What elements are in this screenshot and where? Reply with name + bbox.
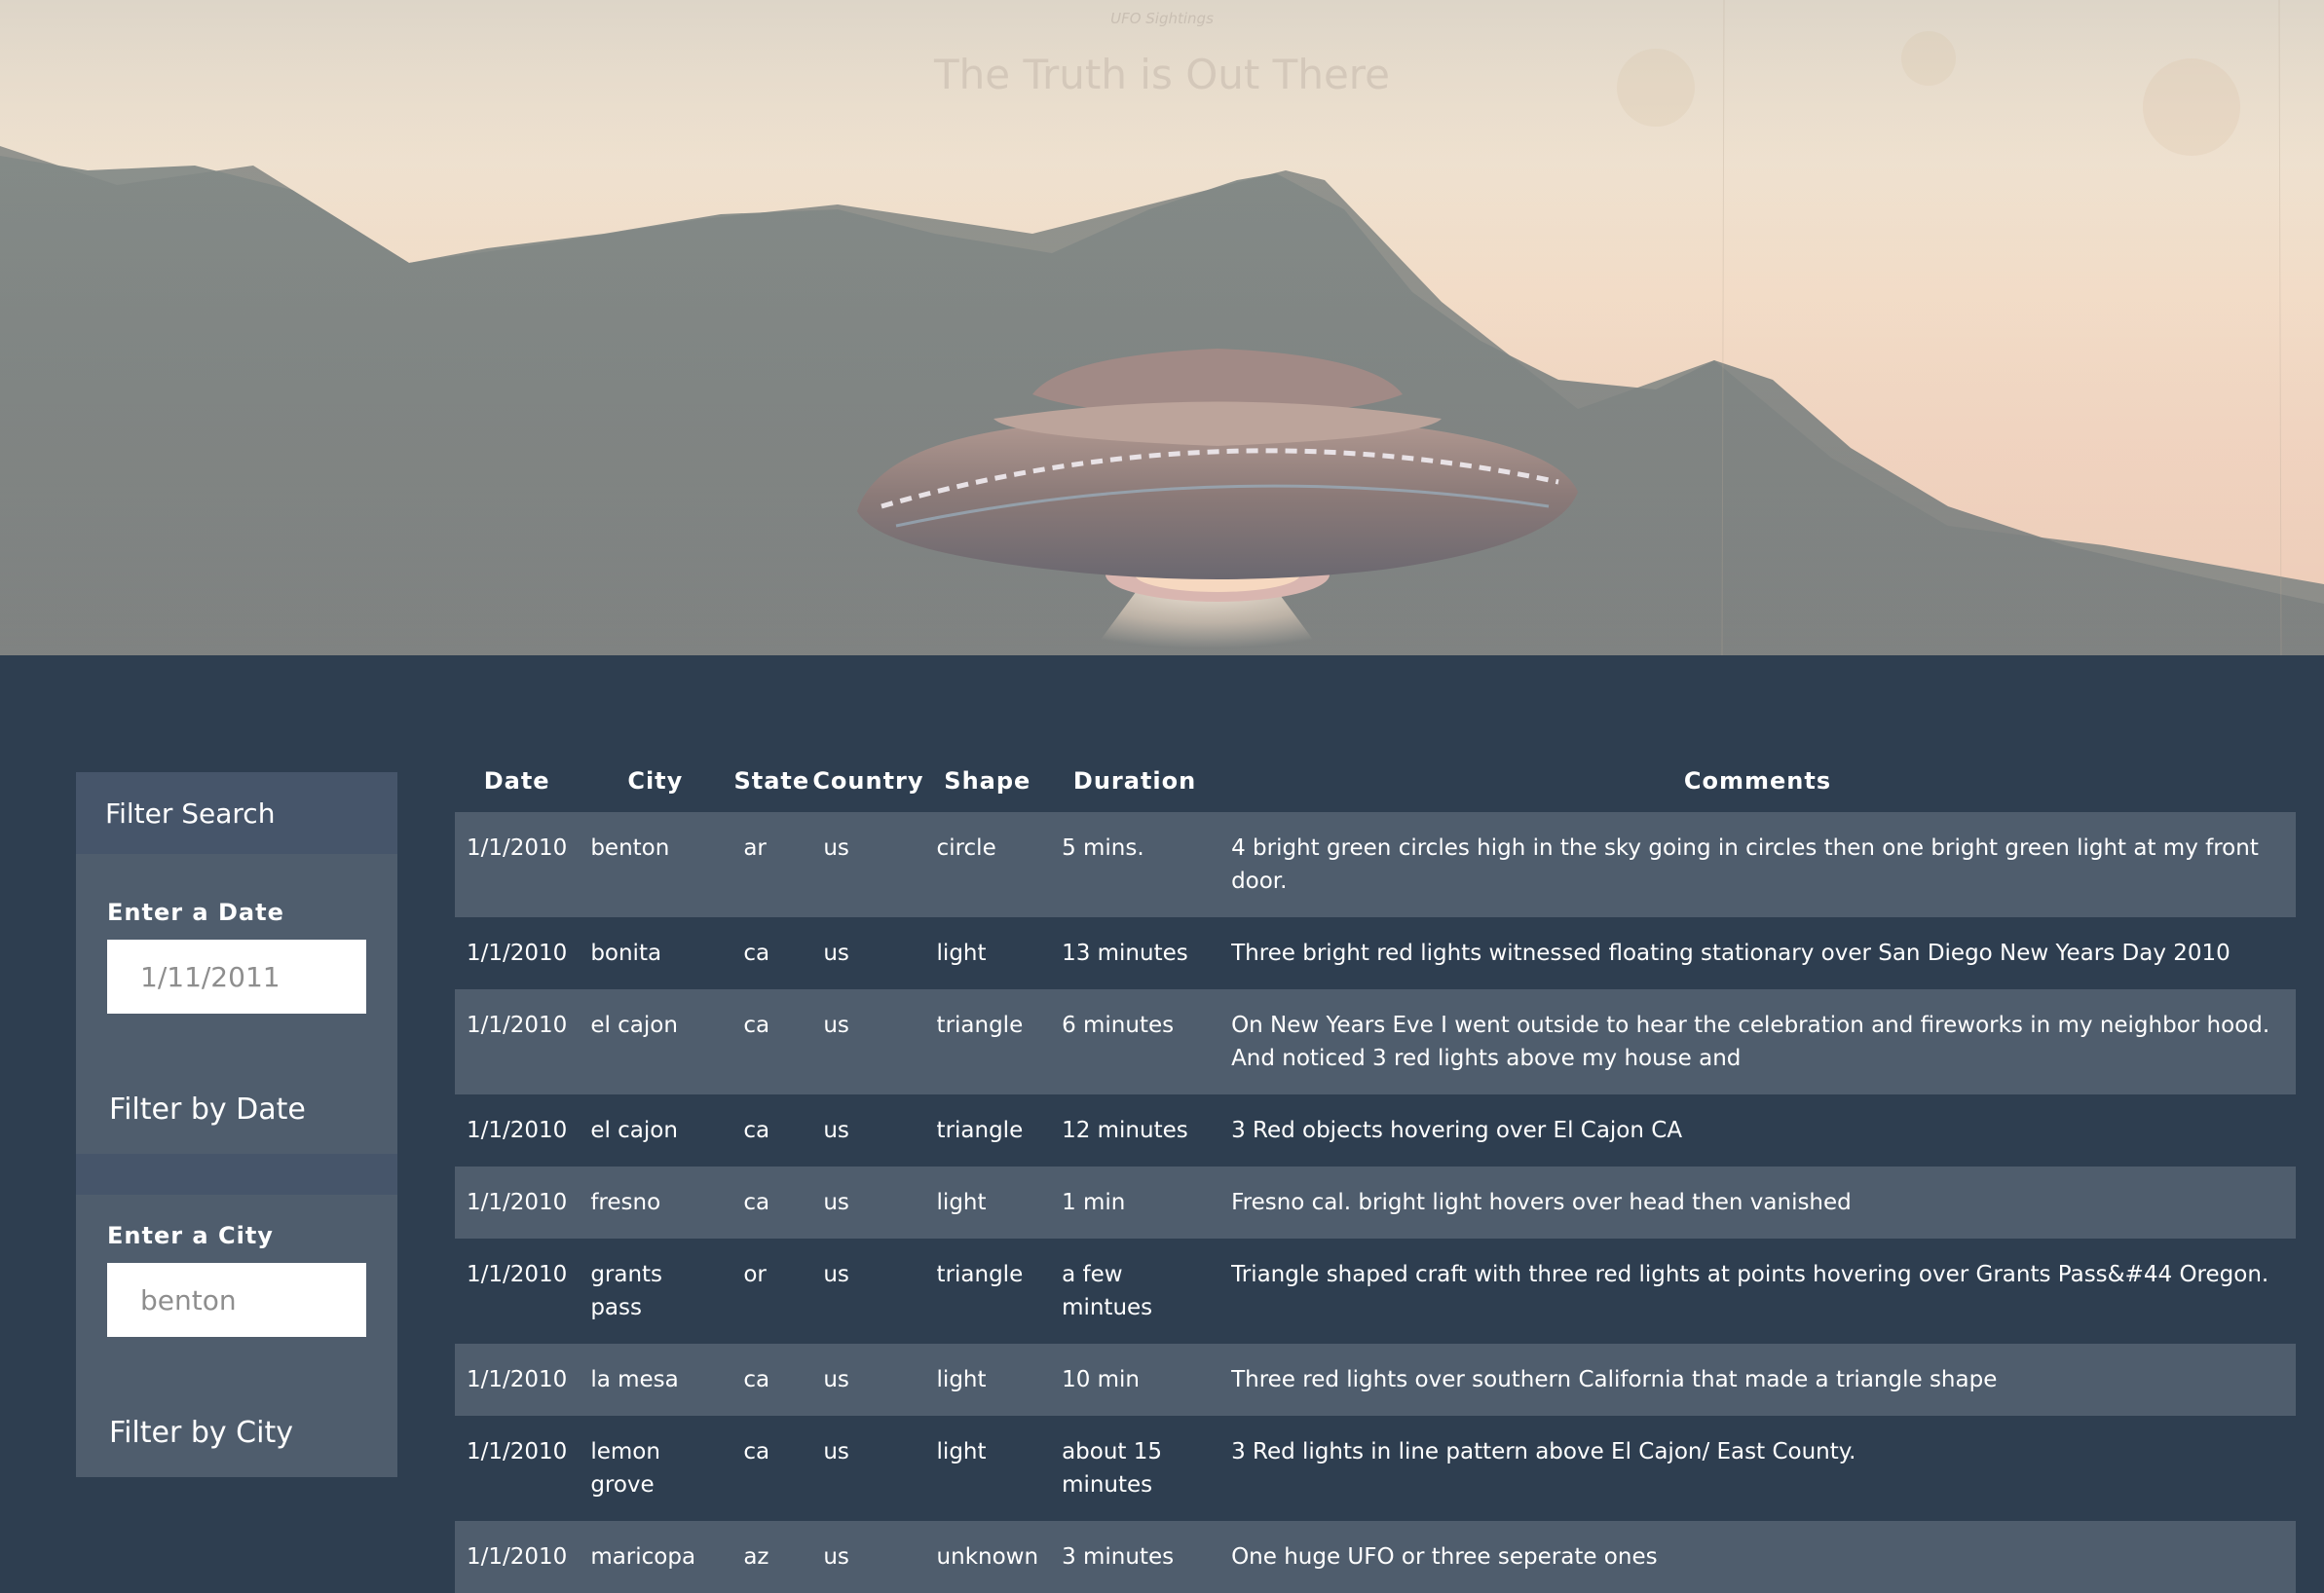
table-row: 1/1/2010 benton ar us circle 5 mins. 4 b… (455, 812, 2296, 917)
cell-duration: 13 minutes (1062, 941, 1188, 966)
cell-city: lemon grove (590, 1439, 660, 1498)
cell-shape: triangle (936, 1013, 1024, 1038)
cell-duration: 3 minutes (1062, 1544, 1175, 1570)
cell-country: us (823, 1262, 849, 1287)
cell-comments: Three bright red lights witnessed floati… (1231, 941, 2230, 966)
panel-divider (76, 1154, 397, 1195)
cell-duration: 5 mins. (1062, 835, 1144, 861)
filter-panel-title: Filter Search (76, 772, 397, 854)
cell-city: grants pass (590, 1262, 663, 1320)
cell-state: ca (743, 1013, 770, 1038)
cell-shape: triangle (936, 1262, 1024, 1287)
cell-state: ca (743, 1190, 770, 1215)
cell-shape: circle (936, 835, 996, 861)
cell-duration: 10 min (1062, 1367, 1141, 1392)
sightings-table-container: Date City State Country Shape Duration C… (455, 750, 2296, 1593)
hero-title: The Truth is Out There (934, 51, 1390, 98)
cell-comments: On New Years Eve I went outside to hear … (1231, 1013, 2270, 1071)
cell-date: 1/1/2010 (467, 1544, 568, 1570)
cell-comments: 4 bright green circles high in the sky g… (1231, 835, 2259, 894)
cell-city: el cajon (590, 1013, 678, 1038)
cell-shape: triangle (936, 1118, 1024, 1143)
cell-city: bonita (590, 941, 662, 966)
cell-country: us (823, 1544, 849, 1570)
header-date[interactable]: Date (455, 750, 579, 812)
cell-date: 1/1/2010 (467, 1013, 568, 1038)
cell-shape: light (936, 1367, 987, 1392)
cell-shape: light (936, 1439, 987, 1464)
cell-state: az (743, 1544, 769, 1570)
table-row: 1/1/2010 el cajon ca us triangle 12 minu… (455, 1094, 2296, 1167)
cell-shape: unknown (936, 1544, 1039, 1570)
cell-comments: 3 Red lights in line pattern above El Ca… (1231, 1439, 1856, 1464)
header-comments[interactable]: Comments (1219, 750, 2296, 812)
cell-country: us (823, 941, 849, 966)
cell-shape: light (936, 941, 987, 966)
cell-date: 1/1/2010 (467, 835, 568, 861)
cell-date: 1/1/2010 (467, 1190, 568, 1215)
date-filter-label: Enter a Date (107, 899, 284, 926)
header-country[interactable]: Country (811, 750, 924, 812)
table-row: 1/1/2010 fresno ca us light 1 min Fresno… (455, 1167, 2296, 1239)
cell-comments: Three red lights over southern Californi… (1231, 1367, 1998, 1392)
cell-city: benton (590, 835, 670, 861)
cell-date: 1/1/2010 (467, 941, 568, 966)
cell-state: ca (743, 1118, 770, 1143)
cell-duration: about 15 minutes (1062, 1439, 1163, 1498)
table-row: 1/1/2010 la mesa ca us light 10 min Thre… (455, 1344, 2296, 1416)
cell-duration: 6 minutes (1062, 1013, 1175, 1038)
filter-by-date-button[interactable]: Filter by Date (76, 1064, 397, 1154)
date-input[interactable] (107, 940, 366, 1014)
header-duration[interactable]: Duration (1050, 750, 1219, 812)
cell-date: 1/1/2010 (467, 1262, 568, 1287)
cell-country: us (823, 1439, 849, 1464)
table-row: 1/1/2010 el cajon ca us triangle 6 minut… (455, 989, 2296, 1094)
table-row: 1/1/2010 maricopa az us unknown 3 minute… (455, 1521, 2296, 1593)
cell-duration: 12 minutes (1062, 1118, 1188, 1143)
cell-date: 1/1/2010 (467, 1118, 568, 1143)
cell-state: or (743, 1262, 767, 1287)
cell-comments: One huge UFO or three seperate ones (1231, 1544, 1658, 1570)
cell-date: 1/1/2010 (467, 1367, 568, 1392)
city-input[interactable] (107, 1263, 366, 1337)
cell-duration: 1 min (1062, 1190, 1126, 1215)
filter-by-city-button[interactable]: Filter by City (76, 1388, 397, 1477)
cell-duration: a few mintues (1062, 1262, 1153, 1320)
sightings-table: Date City State Country Shape Duration C… (455, 750, 2296, 1593)
cell-country: us (823, 1013, 849, 1038)
table-body: 1/1/2010 benton ar us circle 5 mins. 4 b… (455, 812, 2296, 1593)
header-shape[interactable]: Shape (925, 750, 1051, 812)
cell-country: us (823, 1190, 849, 1215)
header-state[interactable]: State (731, 750, 811, 812)
table-row: 1/1/2010 bonita ca us light 13 minutes T… (455, 917, 2296, 989)
filter-sidebar: Filter Search Enter a Date Filter by Dat… (76, 772, 397, 1477)
table-row: 1/1/2010 grants pass or us triangle a fe… (455, 1239, 2296, 1344)
cell-city: la mesa (590, 1367, 679, 1392)
cell-state: ca (743, 941, 770, 966)
header-city[interactable]: City (579, 750, 731, 812)
cell-comments: Triangle shaped craft with three red lig… (1231, 1262, 2269, 1287)
city-filter-label: Enter a City (107, 1222, 274, 1249)
cell-state: ca (743, 1439, 770, 1464)
cell-comments: 3 Red objects hovering over El Cajon CA (1231, 1118, 1683, 1143)
cell-city: el cajon (590, 1118, 678, 1143)
navbar-brand[interactable]: UFO Sightings (0, 10, 2324, 27)
table-row: 1/1/2010 lemon grove ca us light about 1… (455, 1416, 2296, 1521)
cell-state: ar (743, 835, 767, 861)
cell-city: maricopa (590, 1544, 696, 1570)
cell-comments: Fresno cal. bright light hovers over hea… (1231, 1190, 1852, 1215)
table-header-row: Date City State Country Shape Duration C… (455, 750, 2296, 812)
cell-country: us (823, 1118, 849, 1143)
cell-date: 1/1/2010 (467, 1439, 568, 1464)
hero-banner: UFO Sightings The Truth is Out There (0, 0, 2324, 655)
cell-country: us (823, 1367, 849, 1392)
cell-state: ca (743, 1367, 770, 1392)
cell-city: fresno (590, 1190, 661, 1215)
cell-country: us (823, 835, 849, 861)
cell-shape: light (936, 1190, 987, 1215)
